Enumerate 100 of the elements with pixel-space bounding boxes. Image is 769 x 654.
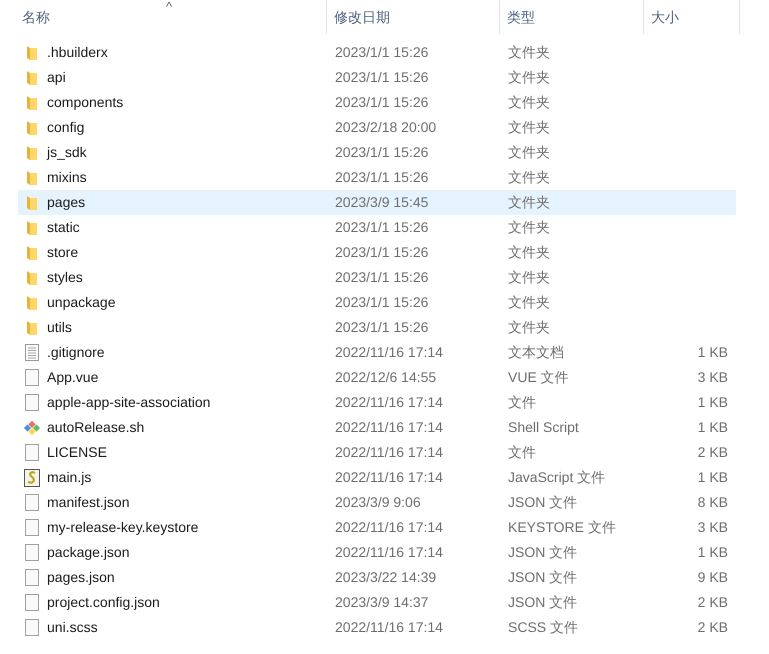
file-name: uni.scss (47, 618, 98, 637)
modified-date: 2022/11/16 17:14 (335, 394, 443, 410)
file-size: 3 KB (698, 519, 728, 535)
file-type: 文件夹 (508, 319, 550, 335)
modified-date: 2022/11/16 17:14 (335, 519, 443, 535)
file-type: JavaScript 文件 (508, 469, 606, 485)
file-type: 文件夹 (508, 194, 550, 210)
file-type: 文件 (508, 394, 536, 410)
diamond-icon (23, 418, 41, 436)
modified-date: 2023/1/1 15:26 (335, 294, 428, 310)
file-name: store (47, 243, 78, 262)
file-icon (25, 569, 39, 586)
file-icon (25, 494, 39, 511)
file-type: KEYSTORE 文件 (508, 519, 616, 535)
column-header[interactable]: 名称 (22, 6, 50, 28)
folder-icon (26, 170, 38, 186)
file-type: 文件 (508, 444, 536, 460)
file-name: api (47, 68, 66, 87)
file-icon (25, 594, 39, 611)
file-type: 文本文档 (508, 344, 564, 360)
file-name: package.json (47, 543, 130, 562)
file-icon (25, 394, 39, 411)
sort-indicator: ^ (166, 0, 172, 13)
file-type: 文件夹 (508, 244, 550, 260)
file-name: styles (47, 268, 83, 287)
modified-date: 2022/11/16 17:14 (335, 444, 443, 460)
file-type: JSON 文件 (508, 544, 578, 560)
folder-icon (26, 294, 38, 310)
modified-date: 2022/11/16 17:14 (335, 469, 443, 485)
file-size: 1 KB (698, 469, 728, 485)
file-type: 文件夹 (508, 94, 550, 110)
file-type: 文件夹 (508, 119, 550, 135)
modified-date: 2023/3/9 9:06 (335, 494, 421, 510)
file-row[interactable]: pages 2023/3/9 15:45 文件夹 (18, 190, 736, 215)
file-type: JSON 文件 (508, 494, 578, 510)
file-name: components (47, 93, 124, 112)
file-icon (25, 519, 39, 536)
file-name: apple-app-site-association (47, 393, 210, 412)
file-type: 文件夹 (508, 44, 550, 60)
file-name: pages (47, 193, 86, 212)
column-header[interactable]: 大小 (651, 6, 679, 28)
file-name: config (47, 118, 84, 137)
file-name: LICENSE (47, 443, 107, 462)
modified-date: 2022/12/6 14:55 (335, 369, 436, 385)
file-name: utils (47, 318, 72, 337)
file-name: js_sdk (47, 143, 87, 162)
folder-icon (26, 194, 38, 210)
modified-date: 2023/3/9 15:45 (335, 194, 428, 210)
file-name: manifest.json (47, 493, 130, 512)
modified-date: 2023/1/1 15:26 (335, 319, 428, 335)
column-header[interactable]: 修改日期 (334, 6, 390, 28)
file-name: mixins (47, 168, 87, 187)
file-name: my-release-key.keystore (47, 518, 198, 537)
file-size: 9 KB (698, 569, 728, 585)
modified-date: 2022/11/16 17:14 (335, 419, 443, 435)
modified-date: 2023/3/9 14:37 (335, 594, 428, 610)
file-type: SCSS 文件 (508, 619, 578, 635)
file-icon (25, 544, 39, 561)
modified-date: 2023/1/1 15:26 (335, 44, 428, 60)
folder-icon (26, 44, 38, 60)
file-size: 2 KB (698, 594, 728, 610)
file-type: 文件夹 (508, 294, 550, 310)
file-type: 文件夹 (508, 69, 550, 85)
file-name: pages.json (47, 568, 115, 587)
file-size: 3 KB (698, 369, 728, 385)
file-type: Shell Script (508, 419, 579, 435)
file-type: 文件夹 (508, 169, 550, 185)
column-header[interactable]: 类型 (507, 6, 535, 28)
modified-date: 2023/1/1 15:26 (335, 94, 428, 110)
file-type: JSON 文件 (508, 594, 578, 610)
folder-icon (26, 144, 38, 160)
file-type: 文件夹 (508, 219, 550, 235)
file-size: 1 KB (698, 544, 728, 560)
file-name: project.config.json (47, 593, 160, 612)
modified-date: 2022/11/16 17:14 (335, 344, 443, 360)
file-type: 文件夹 (508, 269, 550, 285)
file-icon (25, 444, 39, 461)
file-size: 1 KB (698, 344, 728, 360)
file-type: JSON 文件 (508, 569, 578, 585)
folder-icon (26, 320, 38, 336)
modified-date: 2023/1/1 15:26 (335, 169, 428, 185)
modified-date: 2023/2/18 20:00 (335, 119, 436, 135)
file-size: 1 KB (698, 394, 728, 410)
folder-icon (26, 220, 38, 236)
text-file-icon (25, 344, 39, 361)
modified-date: 2022/11/16 17:14 (335, 619, 443, 635)
folder-icon (26, 120, 38, 136)
file-icon (25, 619, 39, 636)
file-name: .gitignore (47, 343, 105, 362)
file-name: .hbuilderx (47, 43, 108, 62)
file-name: autoRelease.sh (47, 418, 144, 437)
file-size: 2 KB (698, 444, 728, 460)
file-name: unpackage (47, 293, 116, 312)
modified-date: 2022/11/16 17:14 (335, 544, 443, 560)
file-icon (25, 369, 39, 386)
folder-icon (26, 70, 38, 86)
script-file-icon (24, 468, 40, 486)
modified-date: 2023/1/1 15:26 (335, 269, 428, 285)
file-name: static (47, 218, 80, 237)
file-size: 1 KB (698, 419, 728, 435)
